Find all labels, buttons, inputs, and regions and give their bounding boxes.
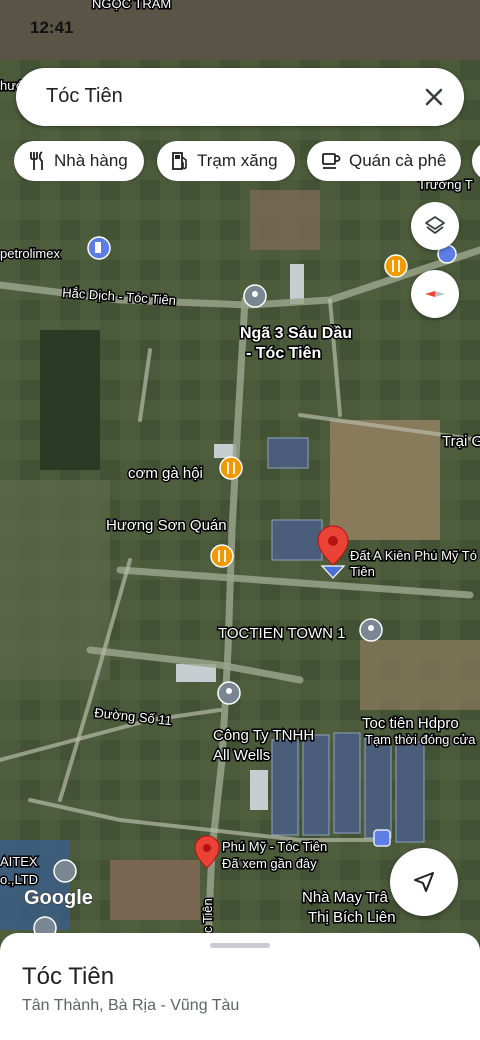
map-label-nha-may-line1: Nhà May Trâ <box>302 889 389 906</box>
map-label-cong-ty-line1: Công Ty TNHH <box>213 727 314 744</box>
chip-restaurants[interactable]: Nhà hàng <box>14 141 144 181</box>
map-label-dat-line2: Tiên <box>350 564 375 579</box>
map-label-com-ga: cơm gà hội <box>128 465 203 482</box>
map-label-cong-ty-line2: All Wells <box>213 747 270 764</box>
map-label-aitex-line2: o.,LTD <box>0 872 38 887</box>
poi-marker-hac-dich[interactable] <box>243 284 267 308</box>
map-label-road-toc-tien: c Tiên <box>200 898 215 933</box>
status-bar: 12:41 <box>0 0 480 40</box>
map-label-petrolimex: petrolimex <box>0 246 60 261</box>
restaurant-marker-huong-son[interactable] <box>210 544 234 568</box>
layers-button[interactable] <box>411 202 459 250</box>
place-bottom-sheet[interactable]: Tóc Tiên Tân Thành, Bà Rịa - Vũng Tàu <box>0 933 480 1040</box>
bus-stop-marker[interactable] <box>373 829 391 847</box>
search-bar[interactable]: Tóc Tiên <box>16 68 464 126</box>
map-label-nha-may-line2: Thị Bích Liên <box>308 909 396 926</box>
chip-gas-stations-label: Trạm xăng <box>197 151 278 170</box>
map-label-huong-son: Hương Sơn Quán <box>106 517 227 534</box>
compass-icon <box>425 291 445 297</box>
google-logo: Google <box>24 887 93 909</box>
map-label-trai: Trại G <box>442 433 480 450</box>
map-label-dat-line1: Đất A Kiên Phú Mỹ Tó <box>350 548 477 563</box>
navigation-arrow-icon <box>414 872 434 892</box>
my-location-button[interactable] <box>390 848 458 916</box>
restaurant-marker-com-ga[interactable] <box>219 456 243 480</box>
chip-cafes[interactable]: Quán cà phê <box>307 141 461 181</box>
poi-marker-toctien-town[interactable] <box>359 618 383 642</box>
poi-marker-cong-ty[interactable] <box>217 681 241 705</box>
layers-icon <box>425 216 445 234</box>
gas-station-marker[interactable] <box>87 236 111 260</box>
gas-station-icon <box>172 152 187 170</box>
map-label-nga3-line1: Ngã 3 Sáu Dầu <box>240 325 352 342</box>
cafe-icon <box>322 153 341 169</box>
map-label-hdpro: Toc tiên Hdpro <box>362 715 459 732</box>
chip-restaurants-label: Nhà hàng <box>54 151 128 170</box>
map-label-nga3-line2: - Tóc Tiên <box>246 345 321 362</box>
restaurant-marker-top[interactable] <box>384 254 408 278</box>
map-label-hdpro-status: Tạm thời đóng cửa <box>365 732 476 747</box>
restaurant-icon <box>30 151 43 170</box>
sheet-drag-handle[interactable] <box>210 943 270 948</box>
chip-more[interactable] <box>472 141 480 181</box>
map-label-phu-my-sub: Đã xem gần đây <box>222 856 317 871</box>
category-chips: Nhà hàng Trạm xăng Quán cà phê <box>14 141 480 181</box>
close-button[interactable] <box>418 81 450 113</box>
map-label-aitex-line1: AITEX <box>0 854 38 869</box>
map-label-toctien-town: TOCTIEN TOWN 1 <box>218 625 346 642</box>
poi-marker-aitex[interactable] <box>53 859 77 883</box>
map-label-phu-my: Phú Mỹ - Tóc Tiên <box>222 839 327 854</box>
search-query[interactable]: Tóc Tiên <box>46 85 123 108</box>
status-time: 12:41 <box>30 18 74 37</box>
place-subtitle: Tân Thành, Bà Rịa - Vũng Tàu <box>22 997 240 1014</box>
chip-gas-stations[interactable]: Trạm xăng <box>157 141 295 181</box>
compass-button[interactable] <box>411 270 459 318</box>
chip-cafes-label: Quán cà phê <box>349 151 447 170</box>
close-icon <box>425 88 443 106</box>
place-title: Tóc Tiên <box>22 963 115 990</box>
